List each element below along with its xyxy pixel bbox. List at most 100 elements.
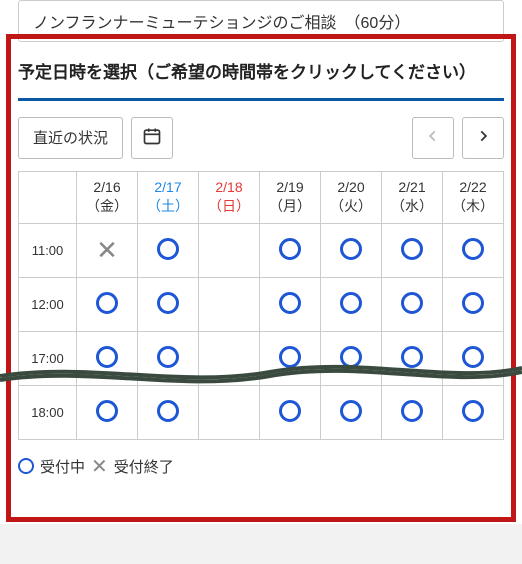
slot-open[interactable] (138, 385, 199, 439)
day-date: 2/21 (384, 178, 440, 198)
slot-open[interactable] (382, 331, 443, 385)
slot-open[interactable] (321, 223, 382, 277)
open-circle-icon (340, 346, 362, 368)
chevron-left-icon (426, 129, 440, 147)
open-circle-icon (462, 400, 484, 422)
slot-blocked (199, 223, 260, 277)
open-circle-icon (157, 292, 179, 314)
open-circle-icon (279, 238, 301, 260)
closed-x-icon: ✕ (96, 235, 118, 265)
slot-open[interactable] (77, 385, 138, 439)
time-label: 18:00 (19, 385, 77, 439)
open-circle-icon (96, 346, 118, 368)
slot-open[interactable] (443, 385, 504, 439)
schedule-section: 予定日時を選択（ご希望の時間帯をクリックしてください） 直近の状況 (18, 54, 504, 479)
slot-open[interactable] (77, 277, 138, 331)
recent-status-label: 直近の状況 (33, 127, 108, 148)
time-label: 11:00 (19, 223, 77, 277)
availability-table: 2/16（金）2/17（土）2/18（日）2/19（月）2/20（火）2/21（… (18, 171, 504, 440)
section-title: 予定日時を選択（ご希望の時間帯をクリックしてください） (18, 54, 504, 101)
slot-blocked (199, 331, 260, 385)
day-dow: （日） (201, 197, 257, 217)
slot-open[interactable] (382, 385, 443, 439)
day-header: 2/19（月） (260, 171, 321, 223)
chevron-right-icon (476, 129, 490, 147)
day-header: 2/22（木） (443, 171, 504, 223)
legend-closed-icon: ✕ (91, 454, 108, 479)
open-circle-icon (401, 346, 423, 368)
time-column-header (19, 171, 77, 223)
day-date: 2/20 (323, 178, 379, 198)
open-circle-icon (340, 292, 362, 314)
open-circle-icon (157, 238, 179, 260)
slot-blocked (199, 385, 260, 439)
time-row: 12:00 (19, 277, 504, 331)
time-label: 12:00 (19, 277, 77, 331)
day-dow: （水） (384, 197, 440, 217)
open-circle-icon (462, 292, 484, 314)
open-circle-icon (401, 292, 423, 314)
day-date: 2/17 (140, 178, 196, 198)
open-circle-icon (96, 292, 118, 314)
slot-open[interactable] (260, 385, 321, 439)
slot-open[interactable] (321, 277, 382, 331)
slot-open[interactable] (382, 223, 443, 277)
calendar-button[interactable] (131, 117, 173, 159)
legend: 受付中 ✕ 受付終了 (18, 454, 504, 479)
time-label: 17:00 (19, 331, 77, 385)
day-header: 2/18（日） (199, 171, 260, 223)
legend-open-label: 受付中 (40, 456, 85, 477)
legend-open-icon (18, 458, 34, 474)
open-circle-icon (401, 238, 423, 260)
day-date: 2/22 (445, 178, 501, 198)
time-row: 17:00 (19, 331, 504, 385)
open-circle-icon (279, 292, 301, 314)
slot-open[interactable] (138, 331, 199, 385)
slot-open[interactable] (260, 277, 321, 331)
slot-open[interactable] (321, 331, 382, 385)
open-circle-icon (157, 346, 179, 368)
slot-open[interactable] (443, 331, 504, 385)
open-circle-icon (340, 400, 362, 422)
slot-open[interactable] (443, 277, 504, 331)
slot-open[interactable] (260, 223, 321, 277)
day-header: 2/21（水） (382, 171, 443, 223)
open-circle-icon (340, 238, 362, 260)
day-dow: （月） (262, 197, 318, 217)
day-date: 2/19 (262, 178, 318, 198)
open-circle-icon (279, 400, 301, 422)
legend-closed-label: 受付終了 (114, 456, 174, 477)
day-dow: （土） (140, 197, 196, 217)
slot-blocked (199, 277, 260, 331)
calendar-icon (142, 126, 162, 150)
open-circle-icon (462, 346, 484, 368)
day-header: 2/17（土） (138, 171, 199, 223)
slot-open[interactable] (321, 385, 382, 439)
next-week-button[interactable] (462, 117, 504, 159)
page-bottom (0, 524, 522, 564)
open-circle-icon (279, 346, 301, 368)
slot-open[interactable] (138, 277, 199, 331)
recent-status-button[interactable]: 直近の状況 (18, 117, 123, 159)
day-date: 2/16 (79, 178, 135, 198)
open-circle-icon (462, 238, 484, 260)
day-date: 2/18 (201, 178, 257, 198)
slot-open[interactable] (382, 277, 443, 331)
prev-service-label: ノンフランナーミューテションジのご相談 （60分） (33, 15, 410, 32)
open-circle-icon (157, 400, 179, 422)
day-dow: （木） (445, 197, 501, 217)
prev-week-button (412, 117, 454, 159)
calendar-toolbar: 直近の状況 (18, 117, 504, 159)
slot-open[interactable] (77, 331, 138, 385)
slot-open[interactable] (443, 223, 504, 277)
prev-service-option[interactable]: ノンフランナーミューテションジのご相談 （60分） (18, 0, 504, 42)
slot-closed: ✕ (77, 223, 138, 277)
slot-open[interactable] (260, 331, 321, 385)
time-row: 18:00 (19, 385, 504, 439)
day-dow: （火） (323, 197, 379, 217)
time-row: 11:00 ✕ (19, 223, 504, 277)
day-header: 2/16（金） (77, 171, 138, 223)
open-circle-icon (96, 400, 118, 422)
slot-open[interactable] (138, 223, 199, 277)
open-circle-icon (401, 400, 423, 422)
